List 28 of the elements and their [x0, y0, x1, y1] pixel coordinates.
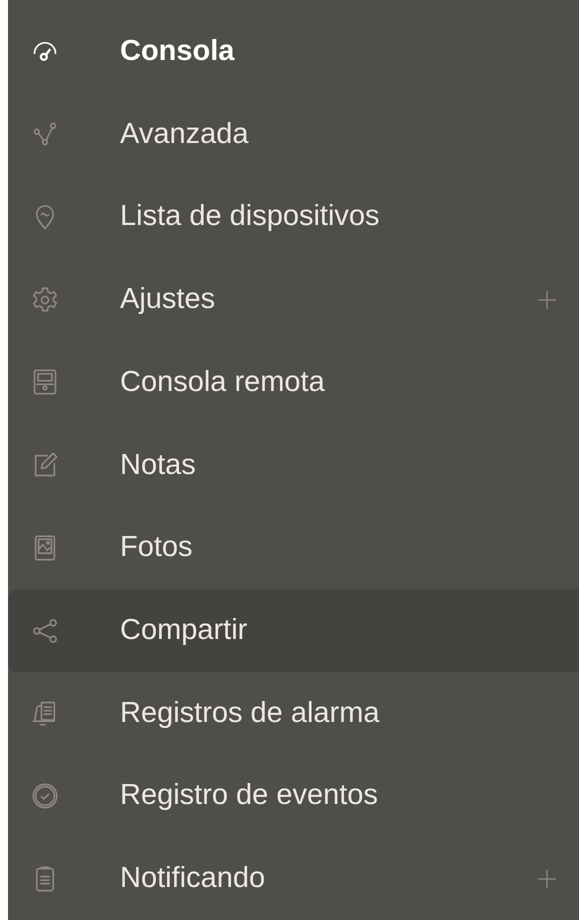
sidebar-item[interactable]: Consola remota	[8, 340, 579, 424]
sidebar-item[interactable]: Ajustes	[8, 258, 579, 341]
sidebar-item[interactable]: Fotos	[8, 506, 579, 590]
sidebar-item[interactable]: Registro de eventos	[8, 754, 579, 838]
settings-icon	[31, 286, 59, 314]
sidebar-item[interactable]: Consola	[8, 10, 579, 93]
share-icon	[31, 616, 59, 644]
sidebar-label: Consola	[120, 34, 234, 68]
sidebar-label: Registros de alarma	[120, 696, 380, 730]
sidebar-label: Notas	[120, 448, 196, 482]
sidebar-label: Lista de dispositivos	[120, 200, 380, 234]
expand-icon[interactable]	[537, 290, 557, 310]
sidebar-label: Ajustes	[120, 283, 216, 316]
sidebar-label: Compartir	[120, 614, 248, 647]
sidebar-label: Consola remota	[120, 366, 325, 399]
sidebar-label: Fotos	[120, 531, 193, 564]
sidebar-item[interactable]: Registros de alarma	[8, 672, 579, 755]
expand-icon[interactable]	[537, 868, 557, 889]
sidebar-label: Notificando	[120, 862, 266, 896]
sidebar-label: Avanzada	[120, 118, 248, 151]
device-icon	[31, 368, 59, 396]
sidebar-item[interactable]: Compartir	[8, 589, 579, 672]
sidebar-item[interactable]: Avanzada	[8, 92, 579, 176]
sidebar-item[interactable]: Lista de dispositivos	[8, 175, 579, 258]
sidebar-label: Registro de eventos	[120, 779, 378, 812]
nodes-icon	[31, 120, 59, 148]
sidebar-item[interactable]: Notas	[8, 424, 579, 506]
sidebar-item[interactable]: Notificando	[8, 837, 579, 920]
